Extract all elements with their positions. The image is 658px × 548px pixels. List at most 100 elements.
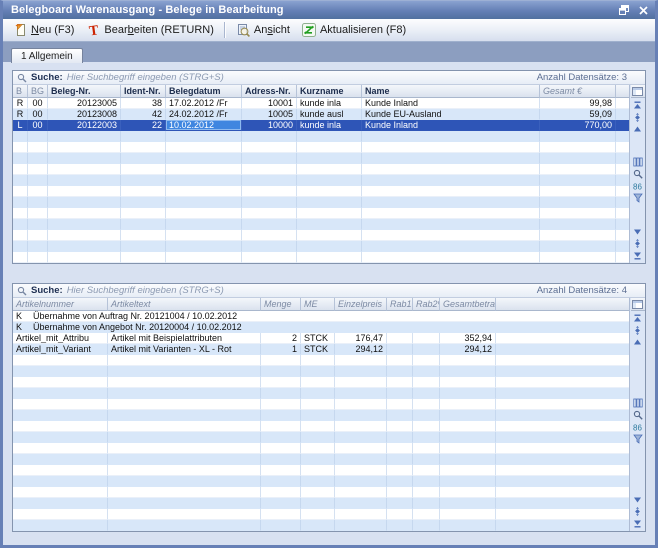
- column-header[interactable]: Artikelnummer: [13, 298, 108, 311]
- table-row[interactable]: Artikel_mit_VariantArtikel mit Varianten…: [13, 344, 629, 355]
- table-row[interactable]: KÜbernahme von Angebot Nr. 20120004 / 10…: [13, 322, 629, 333]
- scroll-top-icon[interactable]: [631, 312, 645, 324]
- cell[interactable]: 352,94: [440, 333, 496, 344]
- cell[interactable]: 00: [28, 109, 48, 120]
- cell[interactable]: [413, 333, 440, 344]
- column-header[interactable]: Rab2%: [413, 298, 440, 311]
- cell[interactable]: 22: [121, 120, 166, 131]
- cell[interactable]: Kunde Inland: [362, 120, 540, 131]
- column-header[interactable]: Adress-Nr.: [242, 85, 297, 98]
- page-down-icon[interactable]: [631, 237, 645, 249]
- column-header[interactable]: BG: [28, 85, 48, 98]
- column-header[interactable]: Artikeltext: [108, 298, 261, 311]
- cell[interactable]: 59,09: [540, 109, 616, 120]
- scroll-up-icon[interactable]: [631, 336, 645, 348]
- search-input[interactable]: Hier Suchbegriff eingeben (STRG+S): [67, 72, 224, 83]
- scroll-up-icon[interactable]: [631, 123, 645, 135]
- cell[interactable]: 176,47: [335, 333, 387, 344]
- cell[interactable]: 2: [261, 333, 301, 344]
- cell[interactable]: 00: [28, 98, 48, 109]
- scroll-down-icon[interactable]: [631, 225, 645, 237]
- cell[interactable]: kunde inla: [297, 120, 362, 131]
- close-button[interactable]: [637, 4, 649, 16]
- cell[interactable]: 38: [121, 98, 166, 109]
- search-input[interactable]: Hier Suchbegriff eingeben (STRG+S): [67, 285, 224, 296]
- cell[interactable]: [387, 344, 413, 355]
- comment-cell[interactable]: KÜbernahme von Angebot Nr. 20120004 / 10…: [13, 322, 629, 333]
- column-header[interactable]: Kurzname: [297, 85, 362, 98]
- column-header[interactable]: Einzelpreis: [335, 298, 387, 311]
- comment-cell[interactable]: KÜbernahme von Auftrag Nr. 20121004 / 10…: [13, 311, 629, 322]
- column-header[interactable]: Ident-Nr.: [121, 85, 166, 98]
- new-button[interactable]: Neu (F3): [7, 21, 80, 40]
- cell[interactable]: [387, 333, 413, 344]
- cell[interactable]: Artikel mit Varianten - XL - Rot: [108, 344, 261, 355]
- cell[interactable]: 20123005: [48, 98, 121, 109]
- column-header[interactable]: ME: [301, 298, 335, 311]
- scroll-down-icon[interactable]: [631, 493, 645, 505]
- scroll-bottom-icon[interactable]: [631, 517, 645, 529]
- cell[interactable]: L: [13, 120, 28, 131]
- cell[interactable]: Artikel_mit_Variant: [13, 344, 108, 355]
- cell[interactable]: Artikel mit Beispielattributen: [108, 333, 261, 344]
- columns-icon[interactable]: [631, 156, 645, 168]
- goto-record-icon[interactable]: 86: [631, 421, 645, 433]
- cell[interactable]: 99,98: [540, 98, 616, 109]
- column-chooser-icon[interactable]: [631, 85, 645, 98]
- search-icon[interactable]: [631, 168, 645, 180]
- column-header[interactable]: Belegdatum: [166, 85, 242, 98]
- column-header[interactable]: Name: [362, 85, 540, 98]
- cell[interactable]: 24.02.2012 /Fr: [166, 109, 242, 120]
- cell[interactable]: 00: [28, 120, 48, 131]
- view-button[interactable]: Ansicht: [230, 21, 296, 40]
- cell[interactable]: STCK: [301, 344, 335, 355]
- goto-record-icon[interactable]: 86: [631, 180, 645, 192]
- cell[interactable]: 20122003: [48, 120, 121, 131]
- cell[interactable]: 294,12: [440, 344, 496, 355]
- cell[interactable]: 770,00: [540, 120, 616, 131]
- filter-icon[interactable]: [631, 433, 645, 445]
- column-header[interactable]: B: [13, 85, 28, 98]
- restore-button[interactable]: [618, 4, 630, 16]
- cell[interactable]: 294,12: [335, 344, 387, 355]
- columns-icon[interactable]: [631, 397, 645, 409]
- cell[interactable]: 10005: [242, 109, 297, 120]
- cell[interactable]: 10.02.2012: [166, 120, 242, 131]
- column-header[interactable]: Gesamtbetrag: [440, 298, 496, 311]
- page-down-icon[interactable]: [631, 505, 645, 517]
- column-header[interactable]: Menge: [261, 298, 301, 311]
- scroll-top-icon[interactable]: [631, 99, 645, 111]
- table-row[interactable]: L00201220032210.02.201210000kunde inlaKu…: [13, 120, 629, 131]
- cell[interactable]: R: [13, 109, 28, 120]
- cell[interactable]: 10000: [242, 120, 297, 131]
- cell[interactable]: Artikel_mit_Attribu: [13, 333, 108, 344]
- cell[interactable]: STCK: [301, 333, 335, 344]
- cell[interactable]: 42: [121, 109, 166, 120]
- table-row[interactable]: Artikel_mit_AttribuArtikel mit Beispiela…: [13, 333, 629, 344]
- cell[interactable]: kunde inla: [297, 98, 362, 109]
- table-row[interactable]: KÜbernahme von Auftrag Nr. 20121004 / 10…: [13, 311, 629, 322]
- cell[interactable]: 1: [261, 344, 301, 355]
- tab-allgemein[interactable]: 1 Allgemein: [11, 48, 83, 63]
- page-up-icon[interactable]: [631, 111, 645, 123]
- column-header[interactable]: Rab1%: [387, 298, 413, 311]
- cell[interactable]: [413, 344, 440, 355]
- table-row[interactable]: R00201230053817.02.2012 /Fr10001kunde in…: [13, 98, 629, 109]
- cell[interactable]: kunde ausl: [297, 109, 362, 120]
- column-header[interactable]: Beleg-Nr.: [48, 85, 121, 98]
- cell[interactable]: 17.02.2012 /Fr: [166, 98, 242, 109]
- cell[interactable]: 20123008: [48, 109, 121, 120]
- table-row[interactable]: R00201230084224.02.2012 /Fr10005kunde au…: [13, 109, 629, 120]
- column-header[interactable]: Gesamt €: [540, 85, 616, 98]
- cell[interactable]: Kunde EU-Ausland: [362, 109, 540, 120]
- column-chooser-icon[interactable]: [631, 298, 645, 311]
- cell[interactable]: R: [13, 98, 28, 109]
- page-up-icon[interactable]: [631, 324, 645, 336]
- filter-icon[interactable]: [631, 192, 645, 204]
- cell[interactable]: 10001: [242, 98, 297, 109]
- refresh-button[interactable]: Aktualisieren (F8): [296, 21, 412, 40]
- cell[interactable]: Kunde Inland: [362, 98, 540, 109]
- scroll-bottom-icon[interactable]: [631, 249, 645, 261]
- search-icon[interactable]: [631, 409, 645, 421]
- edit-button[interactable]: T Bearbeiten (RETURN): [80, 21, 219, 40]
